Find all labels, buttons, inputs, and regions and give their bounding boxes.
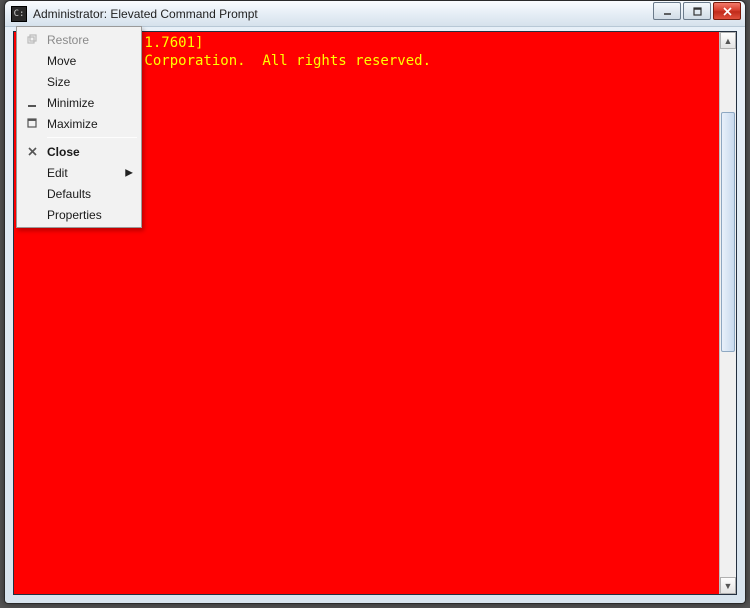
- maximize-icon: [25, 117, 39, 131]
- app-window: C: Administrator: Elevated Command Promp…: [4, 0, 746, 604]
- menu-item-defaults[interactable]: Defaults: [19, 183, 139, 204]
- scroll-up-button[interactable]: ▲: [720, 32, 736, 49]
- menu-item-restore: Restore: [19, 29, 139, 50]
- menu-label: Restore: [47, 33, 89, 47]
- menu-label: Size: [47, 75, 70, 89]
- menu-label: Properties: [47, 208, 102, 222]
- menu-label: Close: [47, 145, 80, 159]
- title-bar[interactable]: C: Administrator: Elevated Command Promp…: [5, 1, 745, 27]
- window-controls: [651, 2, 741, 20]
- maximize-button[interactable]: [683, 2, 711, 20]
- scroll-track[interactable]: [720, 49, 736, 577]
- close-icon: [25, 145, 39, 159]
- minimize-icon: [25, 96, 39, 110]
- system-menu: Restore Move Size Minimize Maximize Clos…: [16, 26, 142, 228]
- system-menu-icon[interactable]: C:: [11, 6, 27, 22]
- minimize-button[interactable]: [653, 2, 681, 20]
- menu-item-close[interactable]: Close: [19, 141, 139, 162]
- window-title: Administrator: Elevated Command Prompt: [33, 7, 258, 21]
- menu-item-size[interactable]: Size: [19, 71, 139, 92]
- menu-item-maximize[interactable]: Maximize: [19, 113, 139, 134]
- menu-label: Edit: [47, 166, 68, 180]
- menu-item-edit[interactable]: Edit ▶: [19, 162, 139, 183]
- menu-item-properties[interactable]: Properties: [19, 204, 139, 225]
- menu-separator: [47, 137, 137, 138]
- menu-item-minimize[interactable]: Minimize: [19, 92, 139, 113]
- menu-label: Maximize: [47, 117, 98, 131]
- menu-item-move[interactable]: Move: [19, 50, 139, 71]
- menu-label: Move: [47, 54, 76, 68]
- menu-label: Defaults: [47, 187, 91, 201]
- close-button[interactable]: [713, 2, 741, 20]
- menu-label: Minimize: [47, 96, 94, 110]
- restore-icon: [25, 33, 39, 47]
- vertical-scrollbar[interactable]: ▲ ▼: [719, 32, 736, 594]
- scroll-thumb[interactable]: [721, 112, 735, 352]
- submenu-arrow-icon: ▶: [125, 167, 133, 178]
- scroll-down-button[interactable]: ▼: [720, 577, 736, 594]
